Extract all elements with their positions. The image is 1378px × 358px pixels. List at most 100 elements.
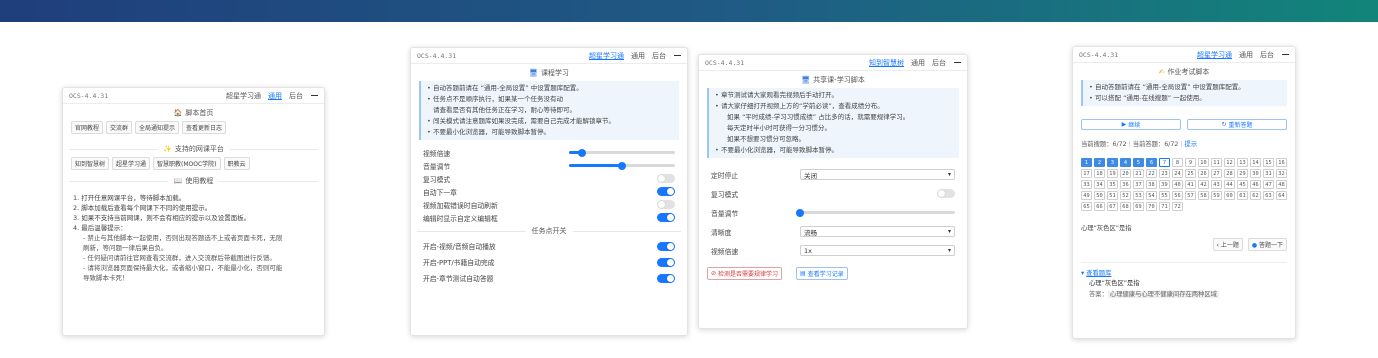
question-number-46[interactable]: 46 (1250, 180, 1261, 189)
question-number-56[interactable]: 56 (1172, 191, 1183, 200)
question-number-66[interactable]: 66 (1094, 202, 1105, 211)
hint-link[interactable]: 提示 (1185, 141, 1198, 148)
link-global-notice[interactable]: 全局通知提示 (135, 121, 180, 134)
question-number-8[interactable]: 8 (1172, 158, 1183, 167)
question-number-14[interactable]: 14 (1250, 158, 1261, 167)
question-number-54[interactable]: 54 (1146, 191, 1157, 200)
question-number-42[interactable]: 42 (1198, 180, 1209, 189)
question-number-7[interactable]: 7 (1159, 158, 1170, 167)
question-number-13[interactable]: 13 (1237, 158, 1248, 167)
question-number-30[interactable]: 30 (1250, 169, 1261, 178)
timed-stop-select[interactable]: 关闭 ▾ (800, 169, 955, 180)
question-number-25[interactable]: 25 (1185, 169, 1196, 178)
question-number-31[interactable]: 31 (1263, 169, 1274, 178)
tab-chaoxing[interactable]: 超星学习通 (1197, 50, 1232, 60)
question-number-59[interactable]: 59 (1211, 191, 1222, 200)
question-number-72[interactable]: 72 (1172, 202, 1183, 211)
platform-mooc[interactable]: 智慧职教(MOOC学院) (153, 157, 221, 170)
check-regular-study-button[interactable]: ⊘ 检测是否需要规律学习 (707, 267, 783, 280)
tab-backend[interactable]: 后台 (1260, 50, 1274, 60)
question-number-2[interactable]: 2 (1094, 158, 1105, 167)
tab-general[interactable]: 通用 (631, 51, 645, 61)
question-number-38[interactable]: 38 (1146, 180, 1157, 189)
question-number-70[interactable]: 70 (1146, 202, 1157, 211)
tab-chaoxing[interactable]: 超星学习通 (589, 51, 624, 61)
question-number-48[interactable]: 48 (1276, 180, 1287, 189)
question-number-67[interactable]: 67 (1107, 202, 1118, 211)
minimize-icon[interactable] (1282, 53, 1289, 56)
question-number-18[interactable]: 18 (1094, 169, 1105, 178)
question-number-17[interactable]: 17 (1081, 169, 1092, 178)
question-number-37[interactable]: 37 (1133, 180, 1144, 189)
question-number-23[interactable]: 23 (1159, 169, 1170, 178)
question-number-36[interactable]: 36 (1120, 180, 1131, 189)
review-mode-toggle[interactable] (937, 189, 955, 198)
question-number-16[interactable]: 16 (1276, 158, 1287, 167)
volume-slider[interactable] (569, 161, 675, 170)
question-number-3[interactable]: 3 (1107, 158, 1118, 167)
question-number-9[interactable]: 9 (1185, 158, 1196, 167)
ppt-complete-toggle[interactable] (657, 257, 675, 267)
question-number-43[interactable]: 43 (1211, 180, 1222, 189)
link-chat-group[interactable]: 交流群 (106, 121, 133, 134)
link-changelog[interactable]: 查看更新日志 (182, 121, 227, 134)
platform-zhihuishu[interactable]: 知到智慧树 (71, 157, 110, 170)
auto-refresh-toggle[interactable] (657, 200, 675, 209)
question-number-40[interactable]: 40 (1172, 180, 1183, 189)
question-number-28[interactable]: 28 (1224, 169, 1235, 178)
question-number-47[interactable]: 47 (1263, 180, 1274, 189)
platform-chaoxing[interactable]: 超星学习通 (112, 157, 151, 170)
question-number-12[interactable]: 12 (1224, 158, 1235, 167)
minimize-icon[interactable] (311, 94, 318, 97)
question-number-32[interactable]: 32 (1276, 169, 1287, 178)
question-number-51[interactable]: 51 (1107, 191, 1118, 200)
question-number-33[interactable]: 33 (1081, 180, 1092, 189)
question-number-45[interactable]: 45 (1237, 180, 1248, 189)
question-number-52[interactable]: 52 (1120, 191, 1131, 200)
tab-chaoxing[interactable]: 超星学习通 (226, 91, 261, 101)
question-number-21[interactable]: 21 (1133, 169, 1144, 178)
video-speed-select[interactable]: 1x ▾ (800, 245, 955, 256)
clarity-select[interactable]: 流畅 ▾ (800, 226, 955, 237)
custom-editor-toggle[interactable] (657, 213, 675, 222)
tab-general[interactable]: 通用 (911, 58, 925, 68)
question-number-49[interactable]: 49 (1081, 191, 1092, 200)
review-mode-toggle[interactable] (657, 174, 675, 183)
question-number-35[interactable]: 35 (1107, 180, 1118, 189)
continue-button[interactable]: ▶ 继续 (1081, 119, 1181, 130)
question-number-44[interactable]: 44 (1224, 180, 1235, 189)
view-records-button[interactable]: ▤ 查看学习记录 (796, 267, 848, 280)
volume-slider[interactable] (796, 208, 955, 217)
question-number-39[interactable]: 39 (1159, 180, 1170, 189)
question-number-58[interactable]: 58 (1198, 191, 1209, 200)
question-number-53[interactable]: 53 (1133, 191, 1144, 200)
question-number-60[interactable]: 60 (1224, 191, 1235, 200)
tab-backend[interactable]: 后台 (932, 58, 946, 68)
prev-question-button[interactable]: ‹ 上一题 (1212, 238, 1243, 251)
minimize-icon[interactable] (954, 61, 961, 64)
question-number-4[interactable]: 4 (1120, 158, 1131, 167)
question-number-5[interactable]: 5 (1133, 158, 1144, 167)
question-number-50[interactable]: 50 (1094, 191, 1105, 200)
chapter-test-toggle[interactable] (657, 273, 675, 283)
question-number-64[interactable]: 64 (1276, 191, 1287, 200)
tab-zhihuishu[interactable]: 知到智慧树 (869, 58, 904, 68)
question-number-41[interactable]: 41 (1185, 180, 1196, 189)
question-number-15[interactable]: 15 (1263, 158, 1274, 167)
link-official-tutorial[interactable]: 官网教程 (71, 121, 104, 134)
restart-button[interactable]: ↻ 重新答题 (1187, 119, 1287, 130)
question-number-68[interactable]: 68 (1120, 202, 1131, 211)
question-number-1[interactable]: 1 (1081, 158, 1092, 167)
question-number-69[interactable]: 69 (1133, 202, 1144, 211)
question-number-11[interactable]: 11 (1211, 158, 1222, 167)
minimize-icon[interactable] (674, 54, 681, 57)
question-number-22[interactable]: 22 (1146, 169, 1157, 178)
question-number-57[interactable]: 57 (1185, 191, 1196, 200)
question-number-27[interactable]: 27 (1211, 169, 1222, 178)
tab-backend[interactable]: 后台 (652, 51, 666, 61)
question-number-26[interactable]: 26 (1198, 169, 1209, 178)
question-number-61[interactable]: 61 (1237, 191, 1248, 200)
question-number-20[interactable]: 20 (1120, 169, 1131, 178)
question-number-63[interactable]: 63 (1263, 191, 1274, 200)
tab-general[interactable]: 通用 (1239, 50, 1253, 60)
